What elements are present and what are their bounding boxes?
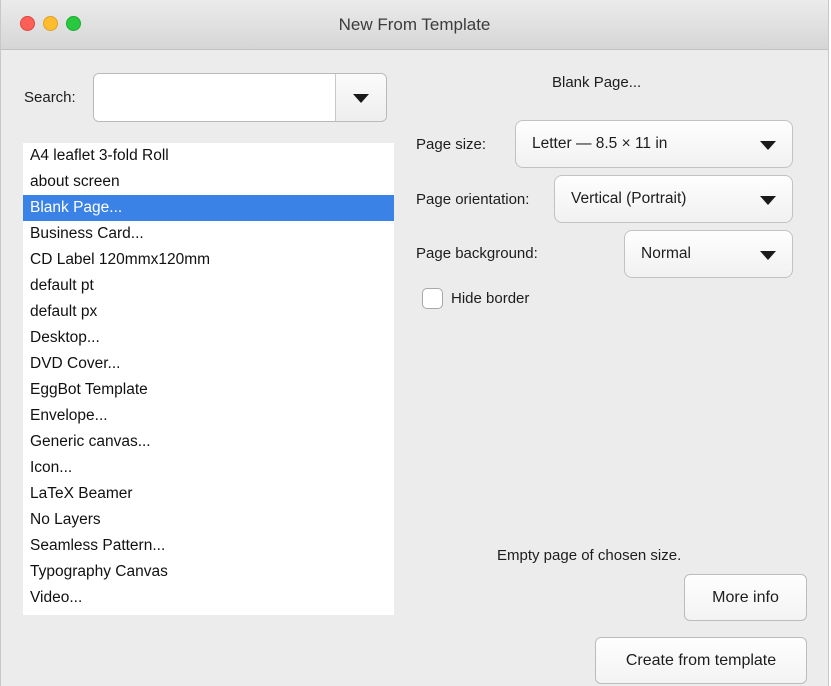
template-list-item[interactable]: Desktop... [23, 325, 394, 351]
template-heading: Blank Page... [552, 74, 642, 91]
template-list-item[interactable]: Typography Canvas [23, 559, 394, 585]
template-description: Empty page of chosen size. [497, 547, 682, 564]
template-list-item[interactable]: Seamless Pattern... [23, 533, 394, 559]
chevron-down-icon [760, 196, 776, 205]
template-list-item[interactable]: A4 leaflet 3-fold Roll [23, 143, 394, 169]
template-list-item[interactable]: Icon... [23, 455, 394, 481]
template-list-item[interactable]: Business Card... [23, 221, 394, 247]
page-orientation-select[interactable]: Vertical (Portrait) [554, 175, 793, 223]
page-orientation-label: Page orientation: [416, 191, 530, 208]
hide-border-checkbox[interactable] [422, 288, 443, 309]
page-size-select[interactable]: Letter — 8.5 × 11 in [515, 120, 793, 168]
template-list-item[interactable]: about screen [23, 169, 394, 195]
template-list[interactable]: A4 leaflet 3-fold Roll about screen Blank … [23, 143, 394, 615]
chevron-down-icon [760, 141, 776, 150]
chevron-down-icon [760, 251, 776, 260]
page-size-value: Letter — 8.5 × 11 in [532, 135, 668, 152]
search-label: Search: [24, 89, 76, 106]
page-background-select[interactable]: Normal [624, 230, 793, 278]
template-list-item[interactable]: default px [23, 299, 394, 325]
template-list-item[interactable]: No Layers [23, 507, 394, 533]
template-list-item[interactable]: CD Label 120mmx120mm [23, 247, 394, 273]
template-list-item[interactable]: Envelope... [23, 403, 394, 429]
template-list-item[interactable]: default pt [23, 273, 394, 299]
search-dropdown-button[interactable] [335, 74, 386, 121]
new-from-template-window: New From Template Search: A4 leaflet 3-f… [0, 0, 829, 686]
title-bar: New From Template [1, 0, 828, 50]
more-info-button[interactable]: More info [684, 574, 807, 621]
template-list-item[interactable]: Generic canvas... [23, 429, 394, 455]
page-size-label: Page size: [416, 136, 487, 153]
chevron-down-icon [353, 94, 369, 103]
window-title: New From Template [338, 15, 491, 34]
page-background-value: Normal [641, 245, 691, 262]
create-from-template-button[interactable]: Create from template [595, 637, 807, 684]
page-orientation-value: Vertical (Portrait) [571, 190, 687, 207]
page-background-label: Page background: [416, 245, 538, 262]
template-list-item[interactable]: Video... [23, 585, 394, 611]
template-list-item[interactable]: LaTeX Beamer [23, 481, 394, 507]
template-list-item[interactable]: Blank Page... [23, 195, 394, 221]
search-input[interactable] [94, 74, 336, 121]
template-list-item[interactable]: DVD Cover... [23, 351, 394, 377]
template-list-item[interactable]: EggBot Template [23, 377, 394, 403]
search-combo [93, 73, 387, 122]
hide-border-label: Hide border [451, 290, 530, 307]
